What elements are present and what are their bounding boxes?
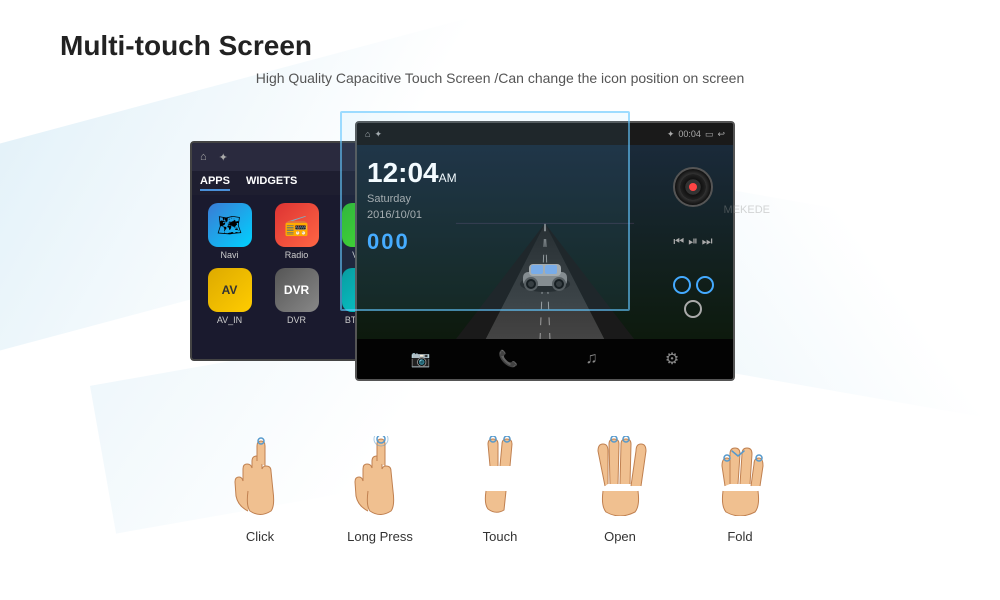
gesture-touch-icon xyxy=(460,431,540,521)
app-label-navi: Navi xyxy=(220,250,238,260)
app-avin[interactable]: AV AV_IN xyxy=(200,268,259,325)
nav-camera-icon[interactable]: 📷 xyxy=(411,349,431,369)
gesture-open-label: Open xyxy=(604,529,636,544)
circle-blue-2 xyxy=(696,276,714,294)
app-icon-dvr: DVR xyxy=(275,268,319,312)
app-icon-radio: 📻 xyxy=(275,203,319,247)
right-panel: ⏮ ⏯ ⏭ xyxy=(653,145,733,339)
circles-row2 xyxy=(684,300,702,318)
gesture-click: Click xyxy=(220,431,300,544)
gesture-touch: Touch xyxy=(460,431,540,544)
page-subtitle: High Quality Capacitive Touch Screen /Ca… xyxy=(60,70,940,86)
pin-icon: ✦ xyxy=(219,151,228,164)
gesture-open: Open xyxy=(580,431,660,544)
circles-row1 xyxy=(673,276,714,294)
app-icon-navi: 🗺 xyxy=(208,203,252,247)
status-right: ✦ 00:04 ▭ ↩ xyxy=(667,129,725,140)
gestures-section: Click Long Press xyxy=(60,421,940,544)
app-navi[interactable]: 🗺 Navi xyxy=(200,203,259,260)
app-label-radio: Radio xyxy=(285,250,309,260)
main-content: Multi-touch Screen High Quality Capaciti… xyxy=(0,0,1000,564)
prev-icon[interactable]: ⏮ xyxy=(673,234,684,249)
gesture-open-icon xyxy=(580,431,660,521)
app-dvr[interactable]: DVR DVR xyxy=(267,268,326,325)
nav-phone-icon[interactable]: 📞 xyxy=(498,349,518,369)
gesture-fold: Fold xyxy=(700,431,780,544)
nav-settings-icon[interactable]: ⚙ xyxy=(665,349,679,369)
bt-status: ✦ xyxy=(667,129,675,140)
playback-controls: ⏮ ⏯ ⏭ xyxy=(673,234,712,249)
back-status: ↩ xyxy=(717,129,725,140)
time-status: 00:04 xyxy=(678,129,701,139)
app-radio[interactable]: 📻 Radio xyxy=(267,203,326,260)
page-container: Multi-touch Screen High Quality Capaciti… xyxy=(0,0,1000,600)
battery-status: ▭ xyxy=(705,129,714,140)
tab-apps[interactable]: APPS xyxy=(200,175,230,191)
nav-music-icon[interactable]: ♫ xyxy=(585,350,597,368)
home-icon: ⌂ xyxy=(200,151,207,163)
app-label-dvr: DVR xyxy=(287,315,306,325)
play-icon[interactable]: ⏯ xyxy=(688,234,698,249)
circle-blue-1 xyxy=(673,276,691,294)
tab-widgets[interactable]: WIDGETS xyxy=(246,175,297,191)
gesture-long-press-icon xyxy=(340,431,420,521)
gesture-touch-label: Touch xyxy=(483,529,518,544)
gesture-fold-label: Fold xyxy=(727,529,752,544)
app-label-avin: AV_IN xyxy=(217,315,242,325)
gesture-long-press-label: Long Press xyxy=(347,529,413,544)
bottom-navigation: 📷 📞 ♫ ⚙ xyxy=(357,339,733,379)
page-title: Multi-touch Screen xyxy=(60,30,940,62)
gesture-click-icon xyxy=(220,431,300,521)
blue-overlay xyxy=(340,111,630,311)
disc-center xyxy=(689,183,697,191)
gesture-fold-icon xyxy=(700,431,780,521)
next-icon[interactable]: ⏭ xyxy=(702,234,713,249)
gesture-long-press: Long Press xyxy=(340,431,420,544)
gesture-click-label: Click xyxy=(246,529,274,544)
screens-container: ⌂ ✦ ✦ ⚡ 00:04 ▭ ↩ APPS WIDGETS 🗺 Navi 📻 xyxy=(60,111,940,401)
circle-gray-1 xyxy=(684,300,702,318)
music-disc xyxy=(673,167,713,207)
app-icon-avin: AV xyxy=(208,268,252,312)
watermark: MEKEDE xyxy=(724,204,770,216)
circle-decorations xyxy=(673,276,714,318)
